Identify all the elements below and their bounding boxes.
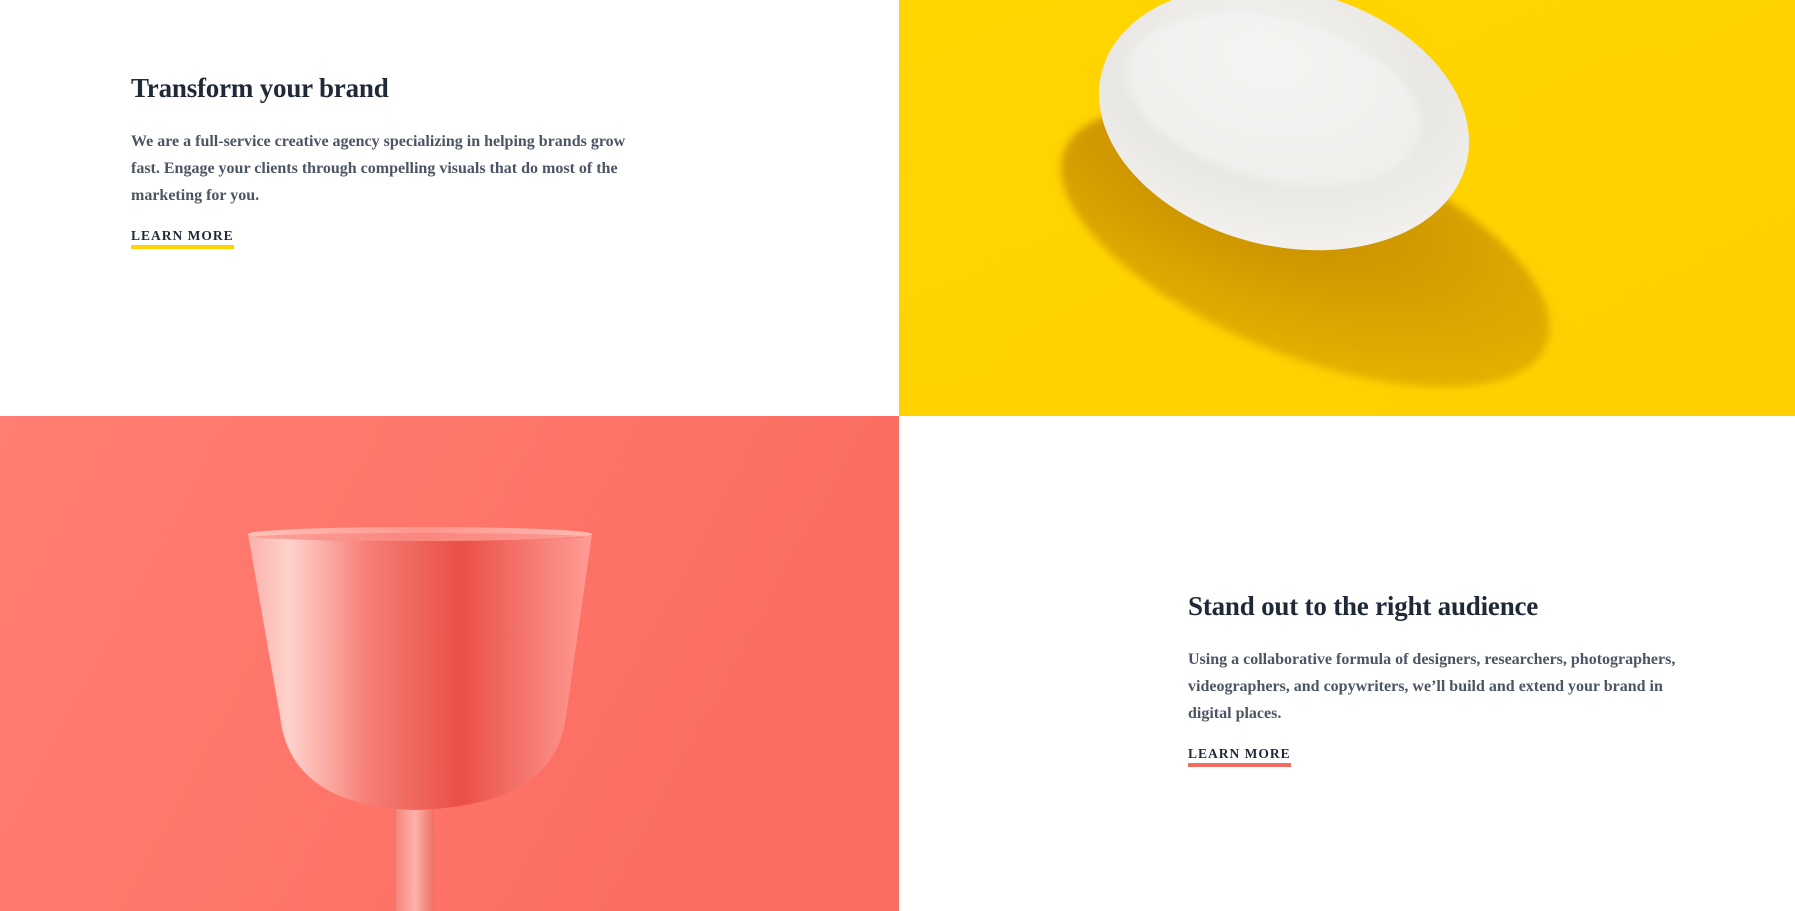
feature-transform-title: Transform your brand — [131, 73, 389, 103]
feature-transform: Transform your brand We are a full-servi… — [131, 70, 631, 249]
feature-audience: Stand out to the right audience Using a … — [1188, 588, 1688, 767]
feature-audience-title: Stand out to the right audience — [1188, 591, 1539, 621]
feature-transform-description: We are a full-service creative agency sp… — [131, 133, 626, 204]
egg-image — [899, 0, 1795, 416]
glass-image-panel — [0, 416, 899, 911]
feature-audience-learn-more-link[interactable]: LEARN MORE — [1188, 746, 1291, 767]
feature-transform-learn-more-link[interactable]: LEARN MORE — [131, 228, 234, 249]
feature-audience-description: Using a collaborative formula of designe… — [1188, 651, 1676, 722]
egg-image-panel — [899, 0, 1795, 416]
features-grid: Transform your brand We are a full-servi… — [0, 0, 1795, 911]
glass-image — [0, 416, 899, 911]
